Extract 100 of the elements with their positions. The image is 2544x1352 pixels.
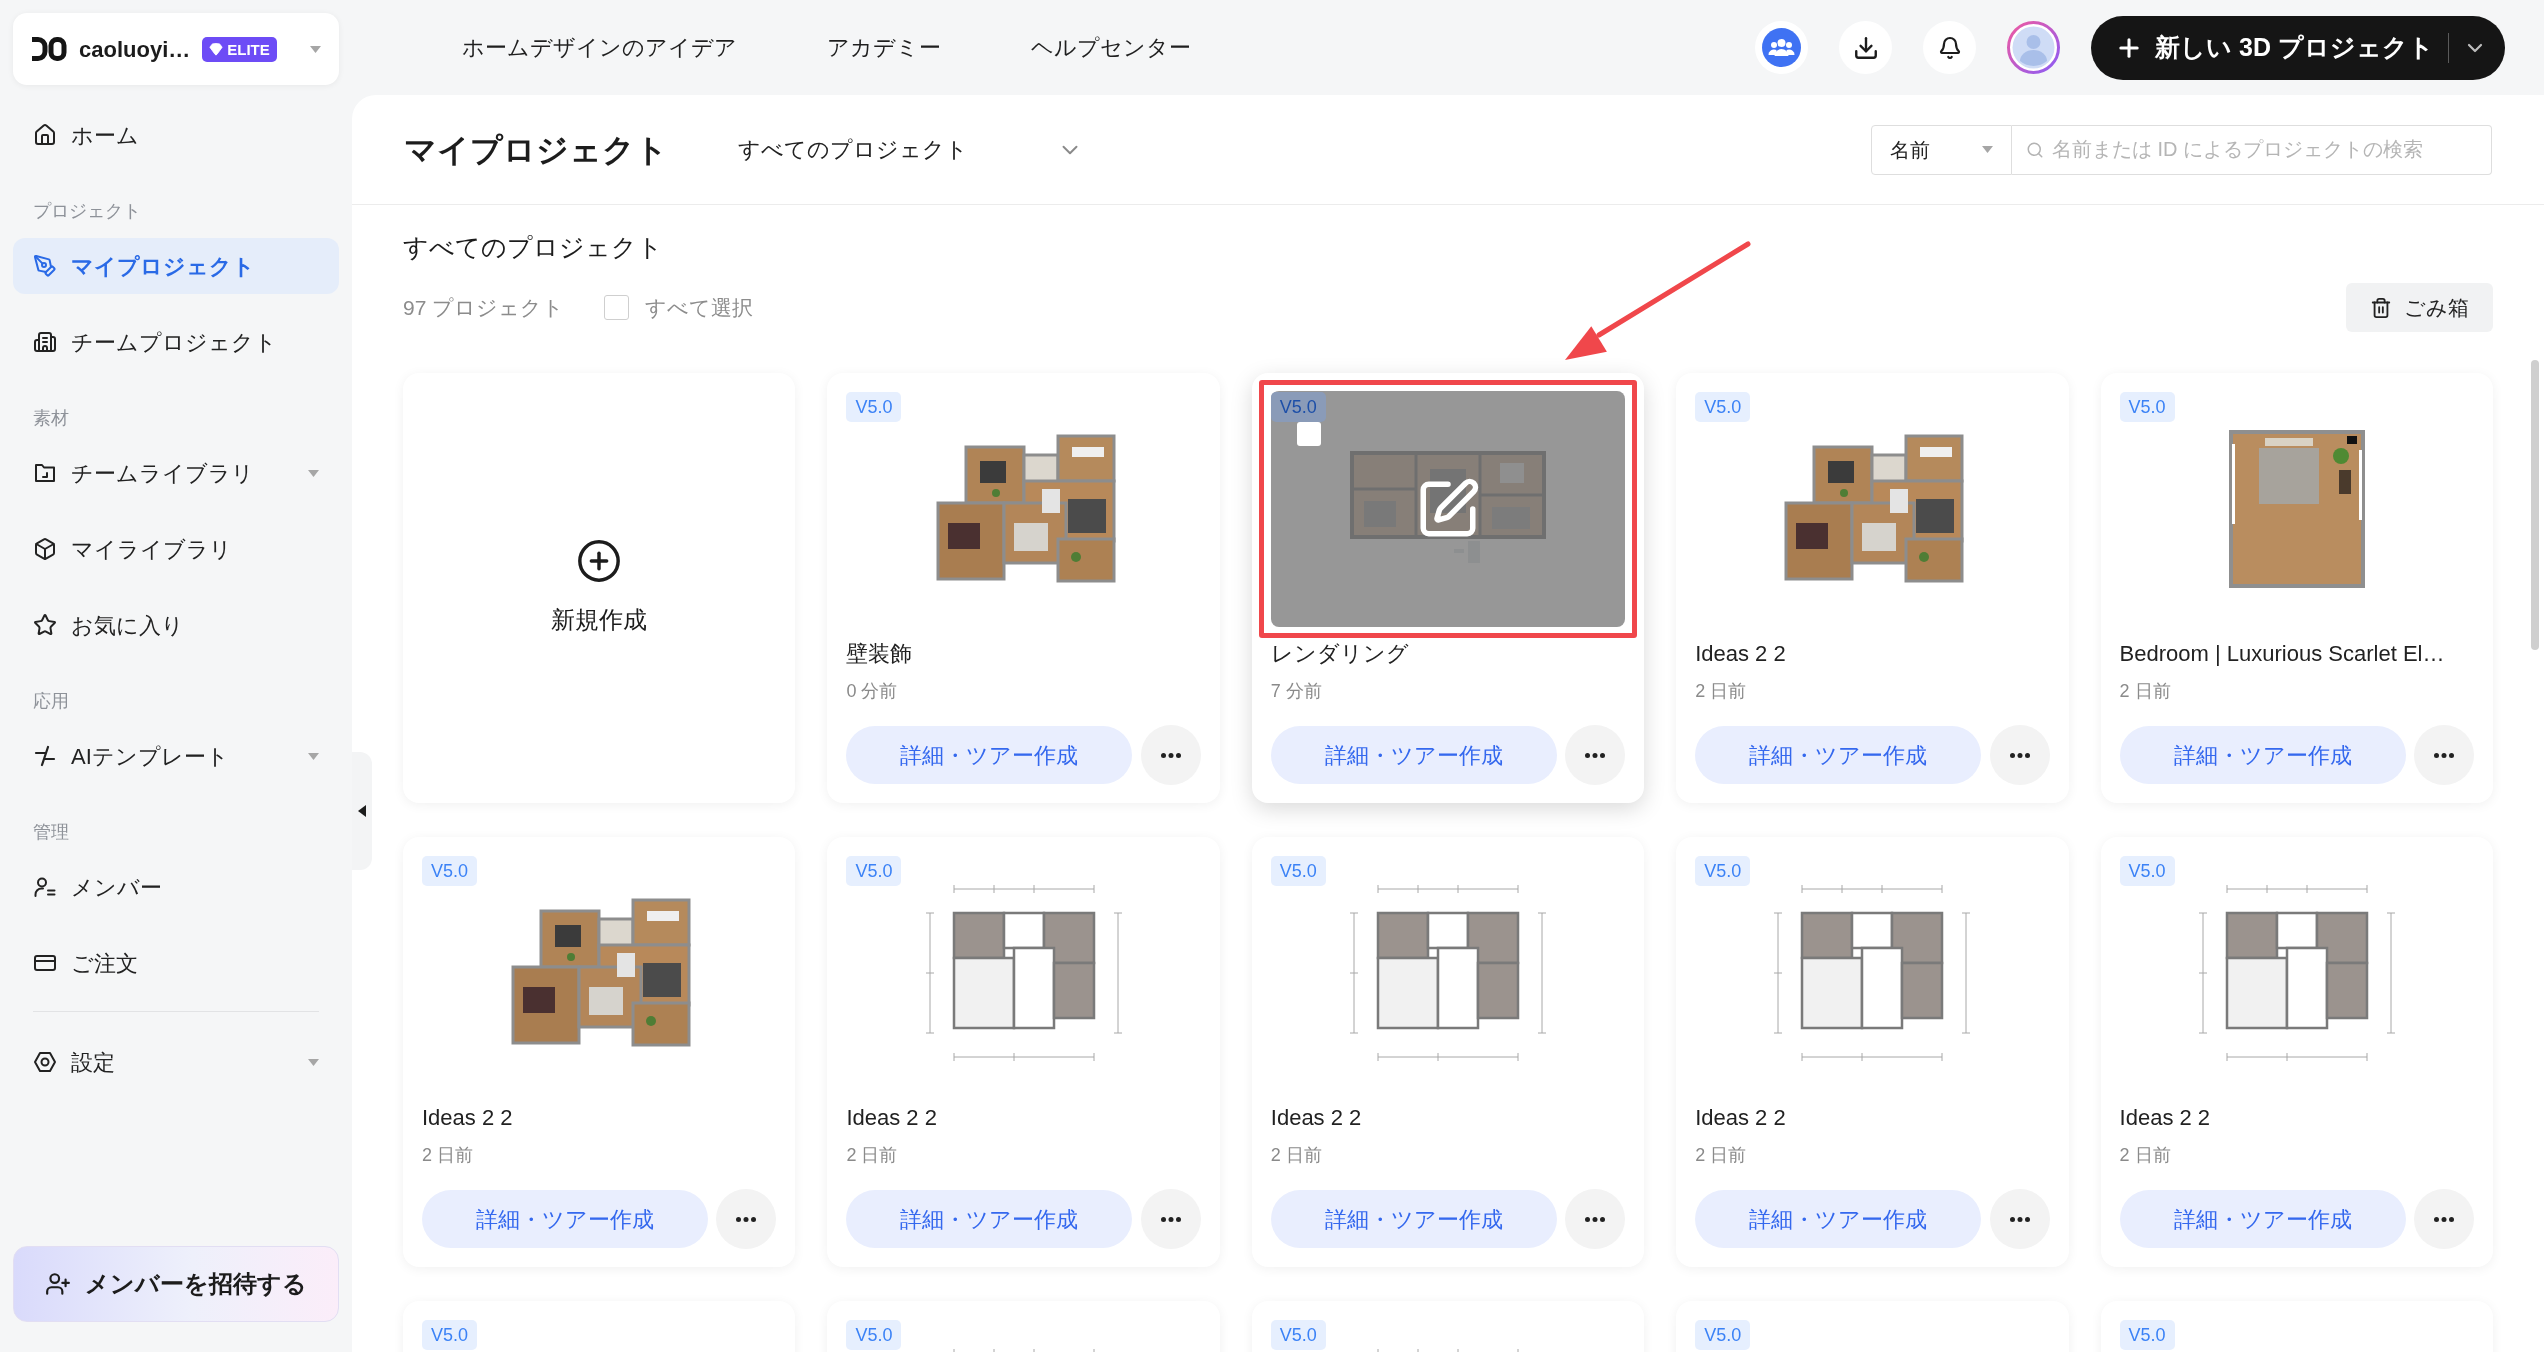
version-label: V5.0 (1695, 392, 1751, 422)
collapse-handle[interactable] (352, 752, 372, 870)
project-title: Ideas 2 2 (422, 1104, 514, 1132)
logo-icon (29, 36, 67, 62)
sidebar-item[interactable]: ご注文 (13, 935, 339, 991)
diamond-icon (209, 42, 224, 56)
modified-time: 7 分前 (1270, 680, 1323, 703)
version-label: V5.0 (846, 392, 902, 422)
select-all-checkbox[interactable] (604, 295, 630, 320)
home-icon (33, 123, 57, 147)
project-card[interactable]: V5.0 Ideas 2 2 2 日前 詳細・ツアー作成 (2100, 837, 2493, 1267)
settings-icon (33, 1050, 57, 1074)
trash-button[interactable]: ごみ箱 (2346, 283, 2493, 332)
bell-icon (1937, 35, 1962, 60)
version-label: V5.0 (1695, 1320, 1751, 1350)
details-tour-button[interactable]: 詳細・ツアー作成 (846, 726, 1133, 784)
sidebar-item[interactable]: マイライブラリ (13, 521, 339, 577)
more-icon (1160, 1216, 1181, 1222)
section-label: 応用 (32, 690, 70, 713)
new-project-button[interactable]: 新しい 3D プロジェクト (2115, 28, 2434, 67)
version-label: V5.0 (422, 1320, 478, 1350)
team-icon (1762, 28, 1802, 67)
details-tour-button[interactable]: 詳細・ツアー作成 (2119, 1190, 2406, 1248)
modified-time: 0 分前 (846, 680, 899, 703)
project-card[interactable]: V5.0 壁装飾 0 分前 詳細・ツアー作成 (827, 373, 1220, 803)
version-label: V5.0 (2119, 1320, 2175, 1350)
more-icon (736, 1216, 757, 1222)
user-list-icon (33, 875, 57, 899)
modified-time: 2 日前 (422, 1144, 474, 1167)
project-title: 壁装飾 (846, 640, 914, 668)
details-tour-button[interactable]: 詳細・ツアー作成 (1695, 1190, 1982, 1248)
caret-down-icon (308, 752, 319, 760)
project-card[interactable]: V5.0 Ideas 2 2 2 日前 詳細・ツアー作成 (827, 837, 1220, 1267)
modified-time: 2 日前 (2119, 1144, 2172, 1167)
caret-left-icon (358, 805, 366, 817)
pen-icon (33, 254, 57, 278)
plus-circle-icon (576, 538, 623, 584)
sidebar-item[interactable]: お気に入り (13, 597, 339, 653)
nav-link[interactable]: ヘルプセンター (1031, 31, 1191, 64)
nav-link[interactable]: ホームデザインのアイデア (462, 31, 737, 64)
notifications-button[interactable] (1923, 21, 1977, 74)
section-label: 素材 (32, 407, 70, 430)
invite-members-button[interactable]: メンバーを招待する (13, 1246, 339, 1322)
caret-down-icon (310, 45, 321, 53)
project-card[interactable]: V5.0 Ideas 2 2 2 日前 詳細・ツアー作成 (403, 837, 796, 1267)
version-label: V5.0 (846, 1320, 902, 1350)
account-switcher[interactable]: caoluoyi… ELITE (13, 13, 339, 85)
project-title: Bedroom | Luxurious Scarlet El… (2119, 640, 2446, 668)
project-title: レンダリング (1270, 640, 1410, 668)
search-field[interactable]: 名前または ID によるプロジェクトの検索 (2012, 124, 2492, 175)
sidebar-item[interactable]: メンバー (13, 859, 339, 915)
project-title: Ideas 2 2 (2119, 1104, 2212, 1132)
new-project-card[interactable]: 新規作成 (403, 373, 796, 803)
team-button[interactable] (1755, 21, 1809, 74)
sidebar-item[interactable]: 設定 (13, 1034, 339, 1090)
download-button[interactable] (1839, 21, 1893, 74)
details-tour-button[interactable]: 詳細・ツアー作成 (1270, 726, 1557, 784)
sidebar-item[interactable]: AIテンプレート (13, 728, 339, 784)
filter-dropdown[interactable]: すべてのプロジェクト (738, 133, 1083, 166)
version-label: V5.0 (2119, 856, 2175, 886)
sidebar-item[interactable]: ホーム (13, 107, 339, 163)
version-label: V5.0 (846, 856, 902, 886)
version-label: V5.0 (1270, 856, 1326, 886)
project-card[interactable]: V5.0 Bedroom | Luxurious Scarlet El… 2 日前 詳細・ツアー作成 (2100, 373, 2493, 803)
avatar-icon[interactable] (2007, 21, 2061, 74)
sort-select[interactable]: 名前 (1871, 124, 2012, 175)
more-icon (2434, 1216, 2454, 1222)
not-equal-icon (33, 744, 57, 768)
star-icon (33, 613, 57, 637)
details-tour-button[interactable]: 詳細・ツアー作成 (422, 1190, 708, 1248)
sidebar-item[interactable]: チームプロジェクト (13, 314, 339, 370)
more-icon (2434, 752, 2454, 758)
details-tour-button[interactable]: 詳細・ツアー作成 (2119, 726, 2406, 784)
caret-down-icon (1982, 146, 1993, 153)
folder-icon (33, 461, 57, 485)
nav-link[interactable]: アカデミー (827, 31, 941, 64)
more-icon (2009, 1216, 2030, 1222)
modified-time: 2 日前 (2119, 680, 2172, 703)
sidebar-item[interactable]: マイプロジェクト (13, 238, 339, 294)
version-label: V5.0 (1270, 1320, 1326, 1350)
project-card[interactable]: V5.0 Ideas 2 2 2 日前 詳細・ツアー作成 (1676, 373, 2069, 803)
details-tour-button[interactable]: 詳細・ツアー作成 (846, 1190, 1133, 1248)
page-title: マイプロジェクト (404, 130, 668, 170)
scrollbar-thumb[interactable] (2531, 360, 2539, 650)
select-checkbox[interactable] (1296, 422, 1321, 446)
sidebar-item[interactable]: チームライブラリ (13, 445, 339, 501)
select-all-label[interactable]: すべて選択 (645, 291, 754, 324)
trash-icon (2370, 296, 2392, 319)
project-card[interactable]: V5.0 Ideas 2 2 2 日前 詳細・ツアー作成 (1251, 837, 1645, 1267)
section-label: プロジェクト (32, 200, 142, 223)
details-tour-button[interactable]: 詳細・ツアー作成 (1695, 726, 1982, 784)
project-title: Ideas 2 2 (1695, 640, 1787, 668)
cube-icon (33, 537, 57, 561)
modified-time: 2 日前 (846, 1144, 899, 1167)
modified-time: 2 日前 (1270, 1144, 1323, 1167)
details-tour-button[interactable]: 詳細・ツアー作成 (1270, 1190, 1557, 1248)
project-card[interactable]: V5.0 Ideas 2 2 2 日前 詳細・ツアー作成 (1676, 837, 2069, 1267)
version-label: V5.0 (422, 856, 478, 886)
project-count: 97 プロジェクト (403, 294, 565, 321)
building-icon (33, 330, 57, 354)
